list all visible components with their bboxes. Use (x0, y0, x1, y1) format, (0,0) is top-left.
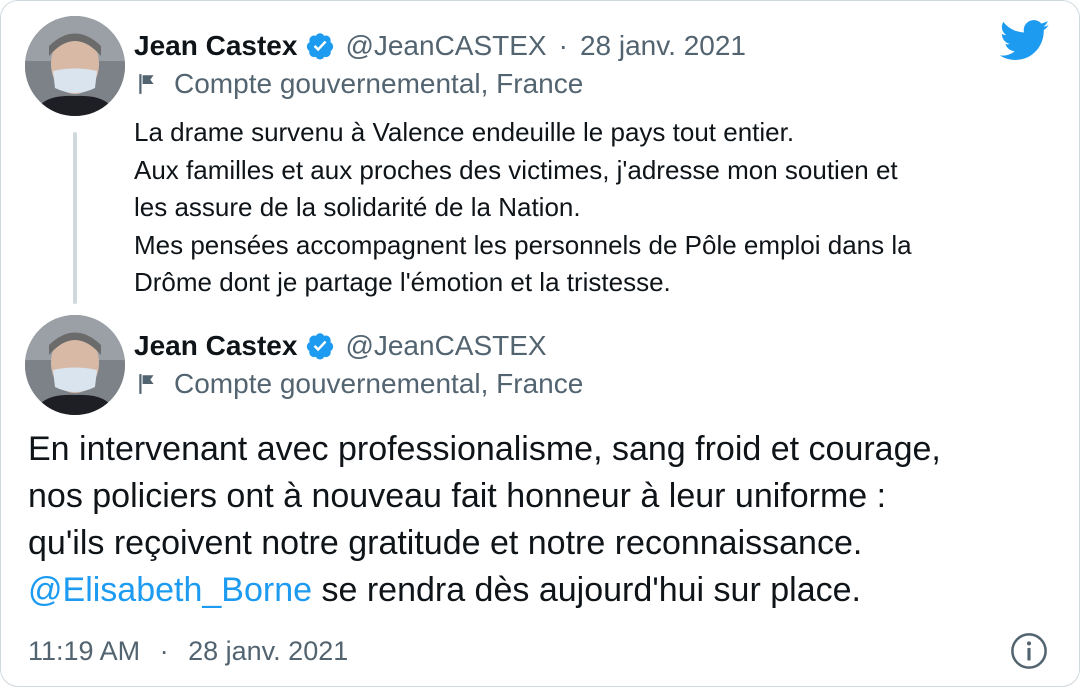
government-label: Compte gouvernemental, France (136, 67, 583, 101)
avatar[interactable] (25, 16, 125, 116)
avatar[interactable] (25, 315, 125, 415)
author-name[interactable]: Jean Castex (134, 29, 297, 63)
text-line: Mes pensées accompagnent les personnels … (134, 229, 912, 260)
text-line: Drôme dont je partage l'émotion et la tr… (134, 267, 671, 297)
tweet-footer: 11:19 AM · 28 janv. 2021 (28, 634, 348, 668)
author-handle[interactable]: @JeanCASTEX (345, 29, 546, 63)
verified-badge-icon (307, 333, 334, 360)
flag-icon (139, 374, 154, 394)
separator-dot: · (159, 636, 169, 666)
text-line: En intervenant avec professionalisme, sa… (28, 430, 941, 468)
separator-dot: · (558, 30, 568, 61)
verified-badge-icon (307, 33, 334, 60)
text-line: La drame survenu à Valence endeuille le … (134, 117, 795, 147)
text-line: Aux familles et aux proches des victimes… (134, 154, 898, 185)
tweet-date[interactable]: 28 janv. 2021 (580, 29, 746, 63)
tweet-date[interactable]: 28 janv. 2021 (188, 636, 348, 666)
government-label: Compte gouvernemental, France (136, 367, 583, 401)
text-line: @Elisabeth_Borne se rendra dès aujourd'h… (28, 567, 1058, 614)
tweet-time[interactable]: 11:19 AM (28, 636, 140, 666)
text-line: les assure de la solidarité de la Nation… (134, 192, 581, 222)
government-label-text: Compte gouvernemental, France (174, 368, 584, 399)
mention-link[interactable]: @Elisabeth_Borne (28, 571, 312, 609)
text-line-rest: se rendra dès aujourd'hui sur place. (312, 571, 861, 609)
main-tweet-text: En intervenant avec professionalisme, sa… (28, 426, 1058, 614)
author-name[interactable]: Jean Castex (134, 329, 297, 363)
author-handle[interactable]: @JeanCASTEX (345, 329, 546, 363)
text-line: nos policiers ont à nouveau fait honneur… (28, 477, 887, 515)
government-label-text: Compte gouvernemental, France (174, 68, 584, 99)
thread-connector (73, 132, 77, 304)
quoted-tweet-text: La drame survenu à Valence endeuille le … (134, 114, 1054, 302)
text-line: qu'ils reçoivent notre gratitude et notr… (28, 524, 863, 562)
quoted-tweet-header: Jean Castex @JeanCASTEX · 28 janv. 2021 (134, 29, 746, 63)
info-icon[interactable] (1010, 632, 1048, 670)
main-tweet-header: Jean Castex @JeanCASTEX (134, 329, 547, 363)
twitter-bird-icon[interactable] (1000, 20, 1050, 62)
flag-icon (139, 74, 154, 94)
